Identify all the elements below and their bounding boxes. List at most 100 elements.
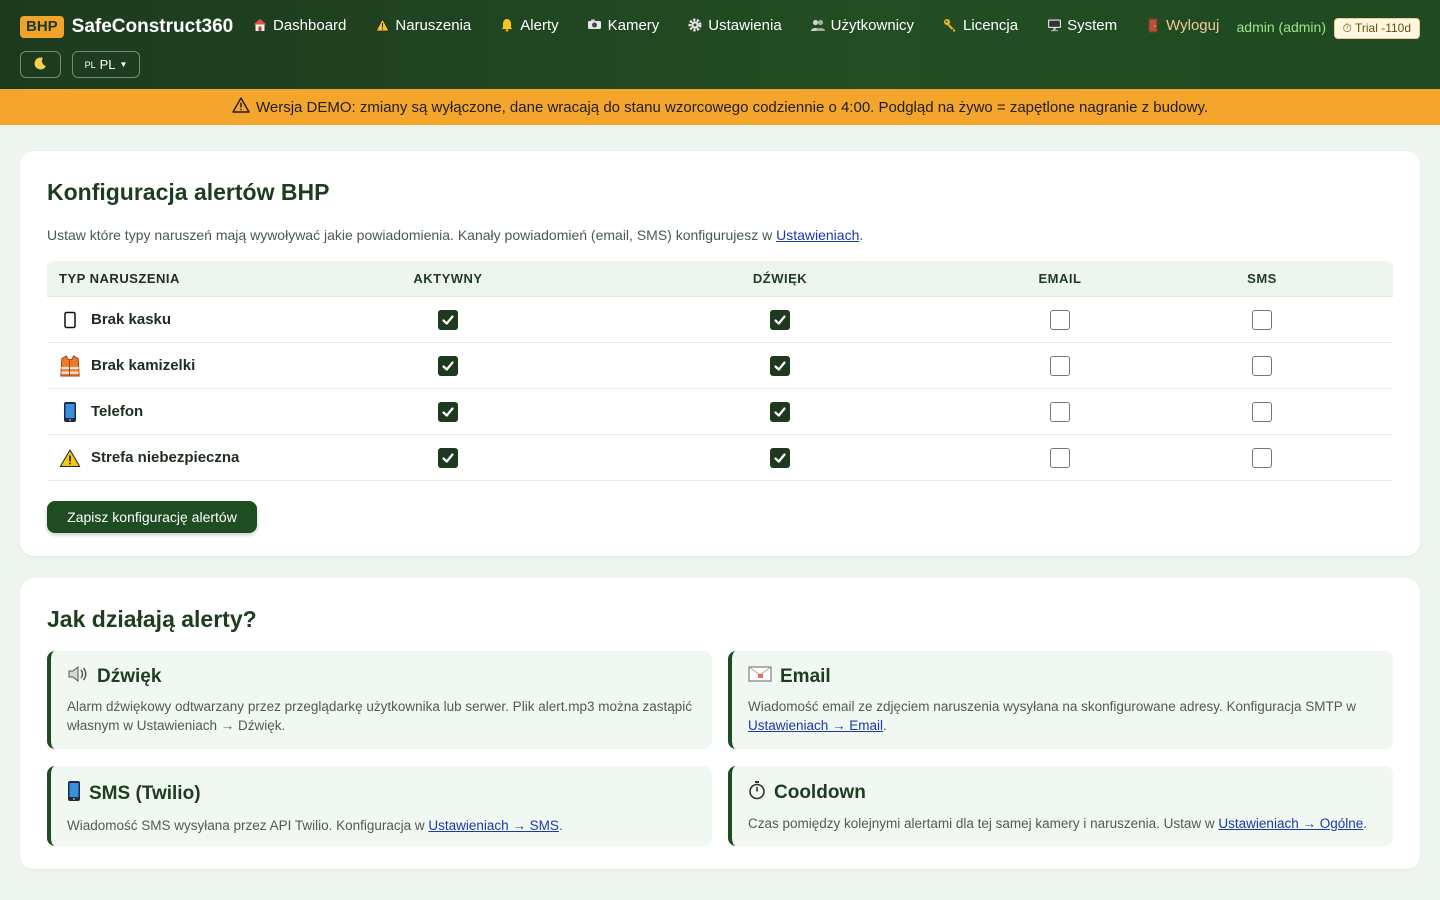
warning-icon [374, 17, 390, 34]
cell-sound [571, 355, 989, 376]
language-select[interactable]: PL PL ▼ [72, 51, 140, 78]
sms-settings-link[interactable]: Ustawieniach → SMS [428, 818, 559, 833]
warning-icon [232, 97, 250, 117]
checkbox-sound[interactable] [770, 401, 790, 422]
cell-email [989, 401, 1131, 422]
home-icon [252, 18, 268, 34]
col-header-active: AKTYWNY [413, 271, 483, 286]
cell-sms [1131, 309, 1393, 330]
nav-dashboard[interactable]: Dashboard [252, 17, 346, 34]
alert-config-card: Konfiguracja alertów BHP Ustaw które typ… [20, 151, 1420, 556]
how-alerts-work-card: Jak działają alerty? Dźwięk Alarm dźwięk… [20, 578, 1420, 869]
nav-label: Dashboard [273, 17, 347, 34]
speaker-icon [67, 665, 89, 689]
header-controls: PL PL ▼ [20, 51, 140, 78]
info-box-sound: Dźwięk Alarm dźwiękowy odtwarzany przez … [47, 651, 712, 749]
stopwatch-icon [748, 780, 766, 806]
nav-label: Naruszenia [395, 17, 472, 34]
demo-banner-text: Wersja DEMO: zmiany są wyłączone, dane w… [255, 98, 1209, 116]
door-icon [1145, 18, 1161, 34]
table-row: Brak kamizelki [47, 343, 1393, 389]
checkbox-email[interactable] [1050, 309, 1070, 330]
nav-settings[interactable]: Ustawienia [687, 17, 782, 34]
checkbox-active[interactable] [438, 401, 458, 422]
checkbox-sound[interactable] [770, 355, 790, 376]
nav-license[interactable]: Licencja [942, 17, 1018, 34]
cell-sound [571, 401, 989, 422]
info-box-body: Czas pomiędzy kolejnymi alertami dla tej… [748, 816, 1219, 831]
cell-sound [571, 447, 989, 468]
vest-icon [59, 353, 81, 379]
language-flag-label: PL [84, 59, 96, 70]
info-box-text: Wiadomość email ze zdjęciem naruszenia w… [748, 697, 1377, 735]
nav-label: Licencja [963, 17, 1019, 34]
checkbox-sms[interactable] [1252, 309, 1272, 330]
cell-sms [1131, 447, 1393, 468]
info-box-text: Alarm dźwiękowy odtwarzany przez przeglą… [67, 699, 693, 733]
checkbox-sound[interactable] [770, 447, 790, 468]
email-settings-link[interactable]: Ustawieniach → Email [748, 718, 883, 733]
language-label: PL [99, 57, 116, 72]
violation-type-label: Brak kasku [91, 311, 172, 328]
info-box-title: Email [748, 665, 1377, 689]
settings-link[interactable]: Ustawieniach [776, 227, 859, 243]
checkbox-active[interactable] [438, 447, 458, 468]
checkbox-sms[interactable] [1252, 355, 1272, 376]
nav-logout[interactable]: Wyloguj [1145, 17, 1219, 34]
trial-badge: ⏱ Trial -110d [1333, 18, 1420, 39]
cell-sound [571, 309, 989, 330]
nav-system[interactable]: System [1046, 17, 1117, 34]
current-user: admin (admin) [1236, 19, 1326, 35]
info-box-title: Cooldown [748, 780, 1377, 806]
nav-cameras[interactable]: Kamery [587, 17, 659, 34]
info-box-title-text: Cooldown [774, 782, 866, 803]
cell-active [325, 401, 571, 422]
nav-violations[interactable]: Naruszenia [374, 17, 471, 34]
checkbox-sms[interactable] [1252, 447, 1272, 468]
violation-type: Strefa niebezpieczna [47, 445, 325, 471]
monitor-icon [1046, 18, 1062, 34]
violation-type-label: Telefon [91, 403, 144, 420]
checkbox-email[interactable] [1050, 447, 1070, 468]
checkbox-sound[interactable] [770, 309, 790, 330]
checkbox-email[interactable] [1050, 401, 1070, 422]
table-row: Strefa niebezpieczna [47, 435, 1393, 481]
save-alert-config-button[interactable]: Zapisz konfigurację alertów [47, 501, 257, 533]
info-box-body: Wiadomość email ze zdjęciem naruszenia w… [748, 699, 1357, 714]
violation-type-label: Brak kamizelki [91, 357, 196, 374]
cell-active [325, 447, 571, 468]
table-row: Brak kasku [47, 297, 1393, 343]
nav-alerts[interactable]: Alerty [499, 17, 559, 34]
info-box-text: Czas pomiędzy kolejnymi alertami dla tej… [748, 814, 1377, 833]
checkbox-sms[interactable] [1252, 401, 1272, 422]
moon-icon [34, 56, 47, 73]
checkbox-active[interactable] [438, 309, 458, 330]
description-end: . [859, 227, 864, 243]
checkbox-email[interactable] [1050, 355, 1070, 376]
info-box-title-text: SMS (Twilio) [89, 783, 201, 804]
nav-label: Alerty [520, 17, 559, 34]
info-box-end: . [1363, 816, 1368, 831]
nav-users[interactable]: Użytkownicy [810, 17, 914, 34]
envelope-icon [748, 665, 772, 689]
theme-toggle-button[interactable] [20, 51, 61, 78]
key-icon [942, 18, 958, 34]
caret-down-icon: ▼ [119, 60, 128, 69]
alert-config-table: TYP NARUSZENIA AKTYWNY DŹWIĘK EMAIL SMS … [47, 261, 1393, 481]
camera-icon [587, 18, 603, 34]
table-body: Brak kasku Brak kamizelki Telefon Strefa ni… [47, 297, 1393, 481]
phone-icon [67, 780, 81, 808]
main-nav: Dashboard Naruszenia Alerty Kamery Ustaw… [252, 17, 1247, 34]
alert-config-title: Konfiguracja alertów BHP [47, 179, 330, 205]
col-header-type: TYP NARUSZENIA [59, 271, 180, 286]
violation-type: Telefon [47, 399, 325, 425]
general-settings-link[interactable]: Ustawieniach → Ogólne [1218, 816, 1363, 831]
brand[interactable]: BHP SafeConstruct360 [20, 16, 233, 38]
violation-type: Brak kamizelki [47, 353, 325, 379]
col-header-email: EMAIL [1038, 271, 1082, 286]
checkbox-active[interactable] [438, 355, 458, 376]
cell-sms [1131, 355, 1393, 376]
info-box-email: Email Wiadomość email ze zdjęciem narusz… [728, 651, 1393, 749]
table-header: TYP NARUSZENIA AKTYWNY DŹWIĘK EMAIL SMS [47, 261, 1393, 297]
demo-banner: Wersja DEMO: zmiany są wyłączone, dane w… [0, 89, 1440, 125]
